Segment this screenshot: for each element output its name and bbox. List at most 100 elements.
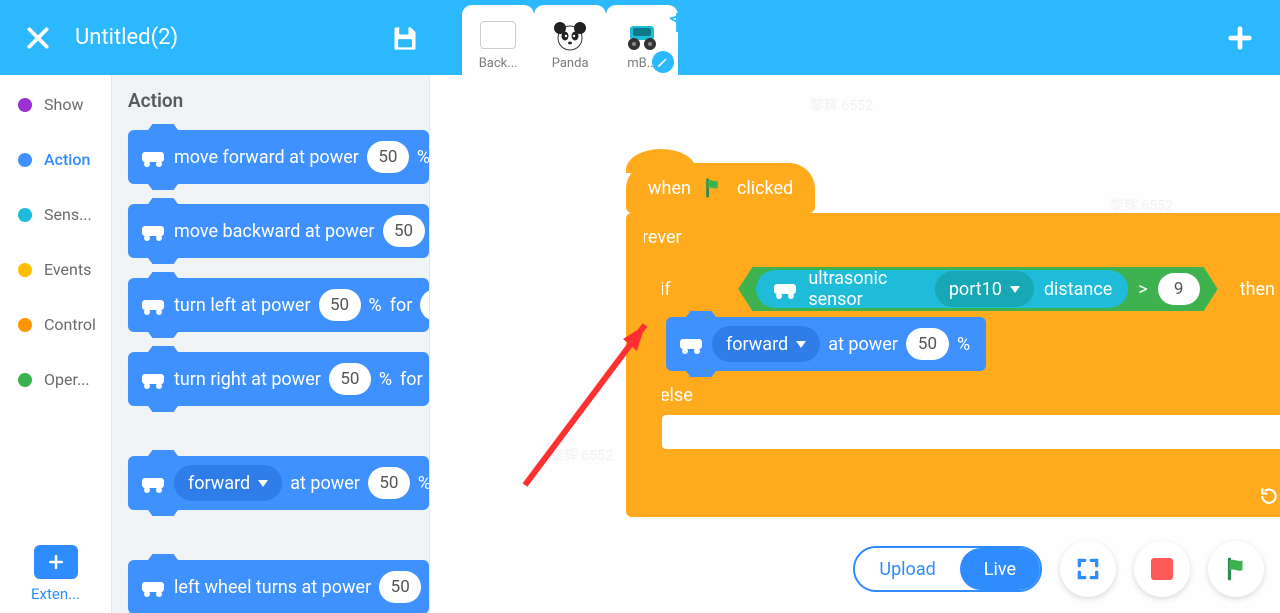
upload-mode-button[interactable]: Upload [855,548,959,590]
block-text: ultrasonic sensor [808,268,925,310]
category-item-control[interactable]: Control [0,315,111,334]
block-turn-left[interactable]: turn left at power 50 % for 1 secs [128,278,429,332]
block-if-else[interactable]: if ultrasonic sensor port10 [644,265,1280,481]
robot-icon [140,147,166,167]
block-text: at power [290,473,360,494]
category-label: Control [44,315,96,334]
extension-button[interactable]: Exten... [0,545,111,603]
dropdown-label: forward [188,473,250,494]
category-dot-icon [18,98,32,112]
category-item-operators[interactable]: Oper... [0,370,111,389]
category-label: Show [44,95,83,114]
robot-icon [140,295,166,315]
category-item-action[interactable]: Action [0,150,111,169]
power-input[interactable]: 50 [379,571,421,603]
loop-arrow-icon [1259,486,1279,511]
number-input[interactable]: 9 [1158,273,1200,305]
block-text: else [660,385,693,406]
sprite-tab-panda[interactable]: Panda [534,5,606,75]
power-input[interactable]: 50 [367,141,409,173]
run-button[interactable] [1208,541,1264,597]
chevron-down-icon [258,480,268,487]
block-wheels-power[interactable]: left wheel turns at power 50 %, right wh… [128,560,429,613]
block-direction-power[interactable]: forward at power 50 % [666,317,986,371]
port-dropdown[interactable]: port10 [935,271,1034,307]
panda-icon [548,18,592,52]
project-title[interactable]: Untitled(2) [75,25,178,50]
plus-icon [46,552,66,572]
close-icon [25,25,51,51]
power-input[interactable]: 50 [329,363,371,395]
pencil-icon [656,55,670,69]
category-item-show[interactable]: Show [0,95,111,114]
secs-input[interactable]: 1 [420,289,430,321]
category-dot-icon [18,263,32,277]
bluetooth-icon [666,11,688,37]
category-sidebar: Show Action Sens... Events Control Oper.… [0,75,112,613]
block-text: distance [1044,279,1112,300]
block-text: turn left at power [174,295,311,316]
category-label: Sens... [44,205,92,224]
block-text: move forward at power [174,147,359,168]
block-text: clicked [737,178,793,199]
block-text: % [417,147,430,168]
block-forever[interactable]: rever if ultrasonic sensor [626,213,1280,517]
close-button[interactable] [0,0,75,75]
sprite-tab-label: Panda [552,56,589,71]
power-input[interactable]: 50 [906,328,949,360]
robot-icon [140,369,166,389]
sprite-tab-background[interactable]: Back... [462,5,534,75]
category-item-sensing[interactable]: Sens... [0,205,111,224]
block-text: when [648,178,691,199]
plus-icon [1226,24,1254,52]
block-move-forward[interactable]: move forward at power 50 % for 1 secs [128,130,429,184]
script-stack[interactable]: when clicked rever if [626,163,1280,517]
blank-thumb-icon [480,21,516,49]
block-turn-right[interactable]: turn right at power 50 % for 1 secs [128,352,429,406]
edit-sprite-button[interactable] [652,51,674,73]
category-dot-icon [18,153,32,167]
green-flag-icon [1223,556,1249,582]
power-input[interactable]: 50 [319,289,361,321]
live-mode-button[interactable]: Live [960,548,1040,590]
block-when-flag-clicked[interactable]: when clicked [626,163,815,213]
category-item-events[interactable]: Events [0,260,111,279]
category-dot-icon [18,318,32,332]
category-label: Oper... [44,370,90,389]
category-label: Action [44,150,90,169]
top-bar: Untitled(2) Back... Panda [0,0,1280,75]
mode-toggle[interactable]: Upload Live [853,546,1042,592]
block-greater-than[interactable]: ultrasonic sensor port10 distance > 9 [738,267,1217,311]
fullscreen-button[interactable] [1060,541,1116,597]
block-text: for [400,369,423,390]
block-palette[interactable]: Action move forward at power 50 % for 1 … [112,75,430,613]
power-input[interactable]: 50 [383,215,425,247]
block-move-backward[interactable]: move backward at power 50 % for 1 secs [128,204,429,258]
operator-text: > [1138,279,1147,300]
green-flag-icon [703,177,725,199]
robot-icon [140,577,166,597]
save-button[interactable] [388,21,422,55]
add-sprite-button[interactable] [1220,18,1260,58]
sprite-tabs: Back... Panda [462,0,678,75]
category-dot-icon [18,208,32,222]
fullscreen-icon [1075,556,1101,582]
block-direction-power[interactable]: forward at power 50 % [128,456,429,510]
sprite-tab-mbot[interactable]: mB... [606,5,678,75]
power-input[interactable]: 50 [368,467,410,499]
dropdown-label: forward [726,334,788,355]
palette-title: Action [128,89,429,112]
robot-icon [140,221,166,241]
stop-button[interactable] [1134,541,1190,597]
run-controls: Upload Live [853,541,1264,597]
direction-dropdown[interactable]: forward [174,465,282,501]
sprite-tab-label: Back... [479,56,518,71]
robot-icon [772,279,798,299]
direction-dropdown[interactable]: forward [712,326,820,362]
dropdown-label: port10 [949,279,1002,300]
block-text: at power [828,334,898,355]
mbot-icon [620,18,664,52]
workspace-canvas[interactable]: 黎辉 6552 黎辉 6552 黎辉 6552 when clicked rev… [430,75,1280,613]
block-ultrasonic-sensor[interactable]: ultrasonic sensor port10 distance [756,270,1128,308]
block-text: rever [642,227,682,248]
